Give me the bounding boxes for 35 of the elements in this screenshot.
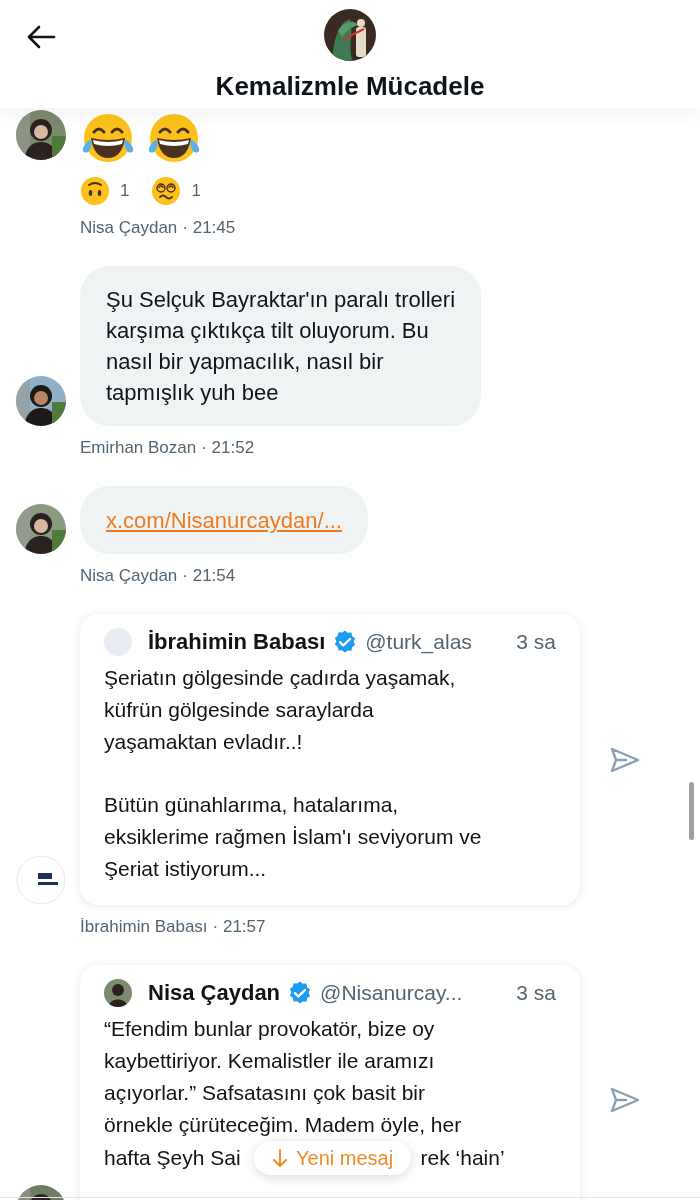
author-handle: @turk_alas xyxy=(365,630,472,654)
author-name: Nisa Çaydan xyxy=(148,980,281,1006)
send-icon[interactable] xyxy=(610,1087,640,1113)
down-arrow-icon xyxy=(272,1148,288,1168)
scrollbar[interactable] xyxy=(689,782,694,840)
author-handle: @Nisanurcay... xyxy=(320,981,463,1005)
reaction-count: 1 xyxy=(120,181,130,201)
post-age: 3 sa xyxy=(516,630,556,654)
post-text: Bütün günahlarıma, hatalarıma, eksiklerime rağmen İslam'ı seviyorum ve Şeriat istiyorum... xyxy=(104,792,483,882)
sender-name: Emirhan Bozan xyxy=(80,438,197,458)
message-time: · 21:45 xyxy=(182,218,236,238)
message-time: · 21:57 xyxy=(212,917,266,937)
send-icon[interactable] xyxy=(610,746,640,773)
laughing-face-icon xyxy=(80,112,136,164)
post-text: Şeriatın gölgesinde çadırda yaşamak, küfrün gölgesinde saraylarda yaşamaktan evladır..! xyxy=(104,665,457,755)
laughing-face-icon xyxy=(146,112,202,164)
back-arrow-icon[interactable] xyxy=(26,25,56,49)
quoted-post-card[interactable] xyxy=(80,614,580,905)
post-text: hafta Şeyh Sai xyxy=(104,1145,241,1171)
message-time: · 21:54 xyxy=(182,566,236,586)
sender-name: Nisa Çaydan xyxy=(80,566,178,586)
sender-name: Nisa Çaydan xyxy=(80,218,178,238)
dizzy-face-icon[interactable] xyxy=(151,176,182,206)
message-time: · 21:52 xyxy=(201,438,255,458)
upside-down-face-icon[interactable] xyxy=(80,176,110,206)
quoted-post-card[interactable] xyxy=(80,965,580,1200)
sender-name: İbrahimin Babası xyxy=(80,917,208,937)
new-message-button[interactable]: Yeni mesaj xyxy=(254,1141,412,1175)
message-link[interactable]: x.com/Nisanurcaydan/... xyxy=(106,508,342,533)
reaction-count: 1 xyxy=(191,181,201,201)
post-text: rek ‘hain’ xyxy=(420,1145,505,1171)
message-text: Şu Selçuk Bayraktar'ın paralı trolleri karşıma çıktıkça tilt oluyorum. Bu nasıl bir yapmacılık, nasıl bir tapmışlık yuh bee xyxy=(106,286,455,407)
author-name: İbrahimin Babası xyxy=(148,629,326,655)
chat-title: Kemalizmle Mücadele xyxy=(215,71,485,102)
post-age: 3 sa xyxy=(516,981,556,1005)
